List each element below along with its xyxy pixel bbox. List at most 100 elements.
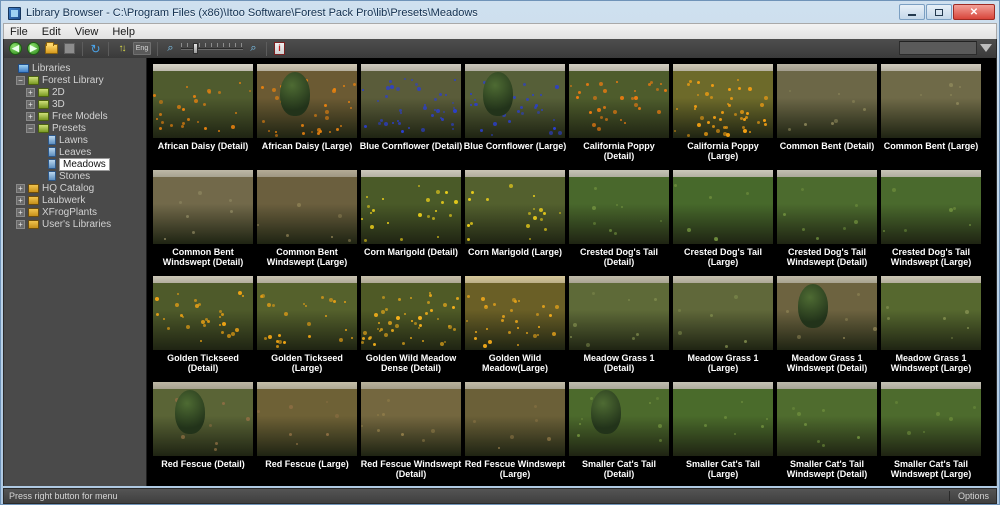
thumbnail-image[interactable] [777,382,877,456]
thumbnail-image[interactable] [673,170,773,244]
thumbnail-item[interactable]: Golden Wild Meadow Dense (Detail) [359,276,463,382]
thumbnail-image[interactable] [153,64,253,138]
stop-button[interactable] [62,41,77,56]
thumbnail-item[interactable]: Golden Wild Meadow(Large) [463,276,567,382]
menu-item-edit[interactable]: Edit [42,26,61,38]
thumbnail-image[interactable] [257,382,357,456]
thumbnail-image[interactable] [569,64,669,138]
thumbnail-item[interactable]: Common Bent (Large) [879,64,983,170]
thumbnail-image[interactable] [361,276,461,350]
thumbnail-image[interactable] [257,276,357,350]
refresh-button[interactable]: ↻ [88,41,103,56]
back-button[interactable]: ◀ [8,41,23,56]
options-button[interactable]: Options [948,491,991,501]
thumbnail-item[interactable]: Crested Dog's Tail (Large) [671,170,775,276]
menu-item-view[interactable]: View [75,26,99,38]
tree-item-free-models[interactable]: + Free Models [6,110,146,122]
thumbnail-image[interactable] [881,170,981,244]
thumbnail-item[interactable]: Meadow Grass 1 Windswept (Large) [879,276,983,382]
expand-icon[interactable]: + [26,87,35,97]
thumbnail-image[interactable] [153,170,253,244]
thumbnail-image[interactable] [777,64,877,138]
thumbnail-image[interactable] [465,170,565,244]
forward-button[interactable]: ▶ [26,41,41,56]
thumbnail-image[interactable] [361,382,461,456]
menu-item-file[interactable]: File [10,26,28,38]
thumbnail-image[interactable] [777,170,877,244]
language-button[interactable]: Eng [132,41,152,56]
thumbnail-image[interactable] [361,170,461,244]
thumbnail-image[interactable] [777,276,877,350]
thumbnail-image[interactable] [673,276,773,350]
thumbnail-image[interactable] [465,382,565,456]
thumbnail-image[interactable] [673,382,773,456]
thumbnail-item[interactable]: Golden Tickseed (Large) [255,276,359,382]
thumbnail-image[interactable] [569,170,669,244]
minimize-button[interactable] [899,4,925,20]
thumbnail-item[interactable]: Crested Dog's Tail (Detail) [567,170,671,276]
thumbnail-item[interactable]: Blue Cornflower (Detail) [359,64,463,170]
thumbnail-item[interactable]: Meadow Grass 1 Windswept (Detail) [775,276,879,382]
expand-icon[interactable]: + [16,195,25,205]
thumbnail-item[interactable]: California Poppy (Detail) [567,64,671,170]
thumbnail-image[interactable] [673,64,773,138]
tree-item-3d[interactable]: +3D [6,98,146,110]
expand-icon[interactable]: + [26,99,35,109]
thumbnail-image[interactable] [153,276,253,350]
zoom-out-button[interactable]: ⌕ [163,41,178,56]
filter-icon[interactable] [980,44,992,64]
thumbnail-item[interactable]: Red Fescue Windswept (Detail) [359,382,463,486]
sort-button[interactable]: ↑↓ [114,41,129,56]
thumbnail-item[interactable]: African Daisy (Large) [255,64,359,170]
tree-item-libraries[interactable]: Libraries [6,62,146,74]
close-button[interactable]: ✕ [953,4,995,20]
thumbnail-item[interactable]: Crested Dog's Tail Windswept (Detail) [775,170,879,276]
thumbnail-browser[interactable]: African Daisy (Detail) African Daisy (Lar… [147,58,996,486]
thumbnail-image[interactable] [361,64,461,138]
thumbnail-image[interactable] [569,276,669,350]
thumbnail-image[interactable] [257,170,357,244]
thumbnail-item[interactable]: Golden Tickseed (Detail) [151,276,255,382]
up-folder-button[interactable] [44,41,59,56]
thumbnail-image[interactable] [465,276,565,350]
thumbnail-item[interactable]: Blue Cornflower (Large) [463,64,567,170]
expand-icon[interactable]: + [16,183,25,193]
maximize-button[interactable] [926,4,952,20]
thumbnail-item[interactable]: Smaller Cat's Tail (Detail) [567,382,671,486]
thumbnail-item[interactable]: Red Fescue (Detail) [151,382,255,486]
zoom-in-button[interactable]: ⌕ [246,41,261,56]
thumbnail-item[interactable]: Common Bent Windswept (Large) [255,170,359,276]
thumbnail-item[interactable]: African Daisy (Detail) [151,64,255,170]
thumbnail-item[interactable]: Common Bent Windswept (Detail) [151,170,255,276]
collapse-icon[interactable]: − [16,75,25,85]
slider-knob[interactable] [193,43,198,54]
collapse-icon[interactable]: − [26,123,35,133]
menu-item-help[interactable]: Help [112,26,135,38]
expand-icon[interactable]: + [16,207,25,217]
thumbnail-item[interactable]: Smaller Cat's Tail Windswept (Large) [879,382,983,486]
expand-icon[interactable]: + [16,219,25,229]
search-input[interactable] [899,41,977,55]
thumbnail-item[interactable]: Meadow Grass 1 (Large) [671,276,775,382]
thumbnail-item[interactable]: Meadow Grass 1 (Detail) [567,276,671,382]
info-button[interactable]: i [272,41,287,56]
tree-item-laubwerk[interactable]: + Laubwerk [6,194,146,206]
thumbnail-size-slider[interactable] [181,42,243,55]
thumbnail-item[interactable]: California Poppy (Large) [671,64,775,170]
thumbnail-image[interactable] [881,276,981,350]
tree-item-leaves[interactable]: Leaves [6,146,146,158]
thumbnail-item[interactable]: Corn Marigold (Large) [463,170,567,276]
thumbnail-item[interactable]: Corn Marigold (Detail) [359,170,463,276]
tree-item-user-s-libraries[interactable]: + User's Libraries [6,218,146,230]
tree-item-xfrogplants[interactable]: + XFrogPlants [6,206,146,218]
thumbnail-image[interactable] [257,64,357,138]
tree-item-hq-catalog[interactable]: + HQ Catalog [6,182,146,194]
thumbnail-image[interactable] [153,382,253,456]
tree-item-2d[interactable]: +2D [6,86,146,98]
tree-item-forest-library[interactable]: − Forest Library [6,74,146,86]
tree-item-meadows[interactable]: Meadows [6,157,146,171]
thumbnail-item[interactable]: Crested Dog's Tail Windswept (Large) [879,170,983,276]
tree-item-stones[interactable]: Stones [6,170,146,182]
tree-item-lawns[interactable]: Lawns [6,134,146,146]
thumbnail-item[interactable]: Common Bent (Detail) [775,64,879,170]
